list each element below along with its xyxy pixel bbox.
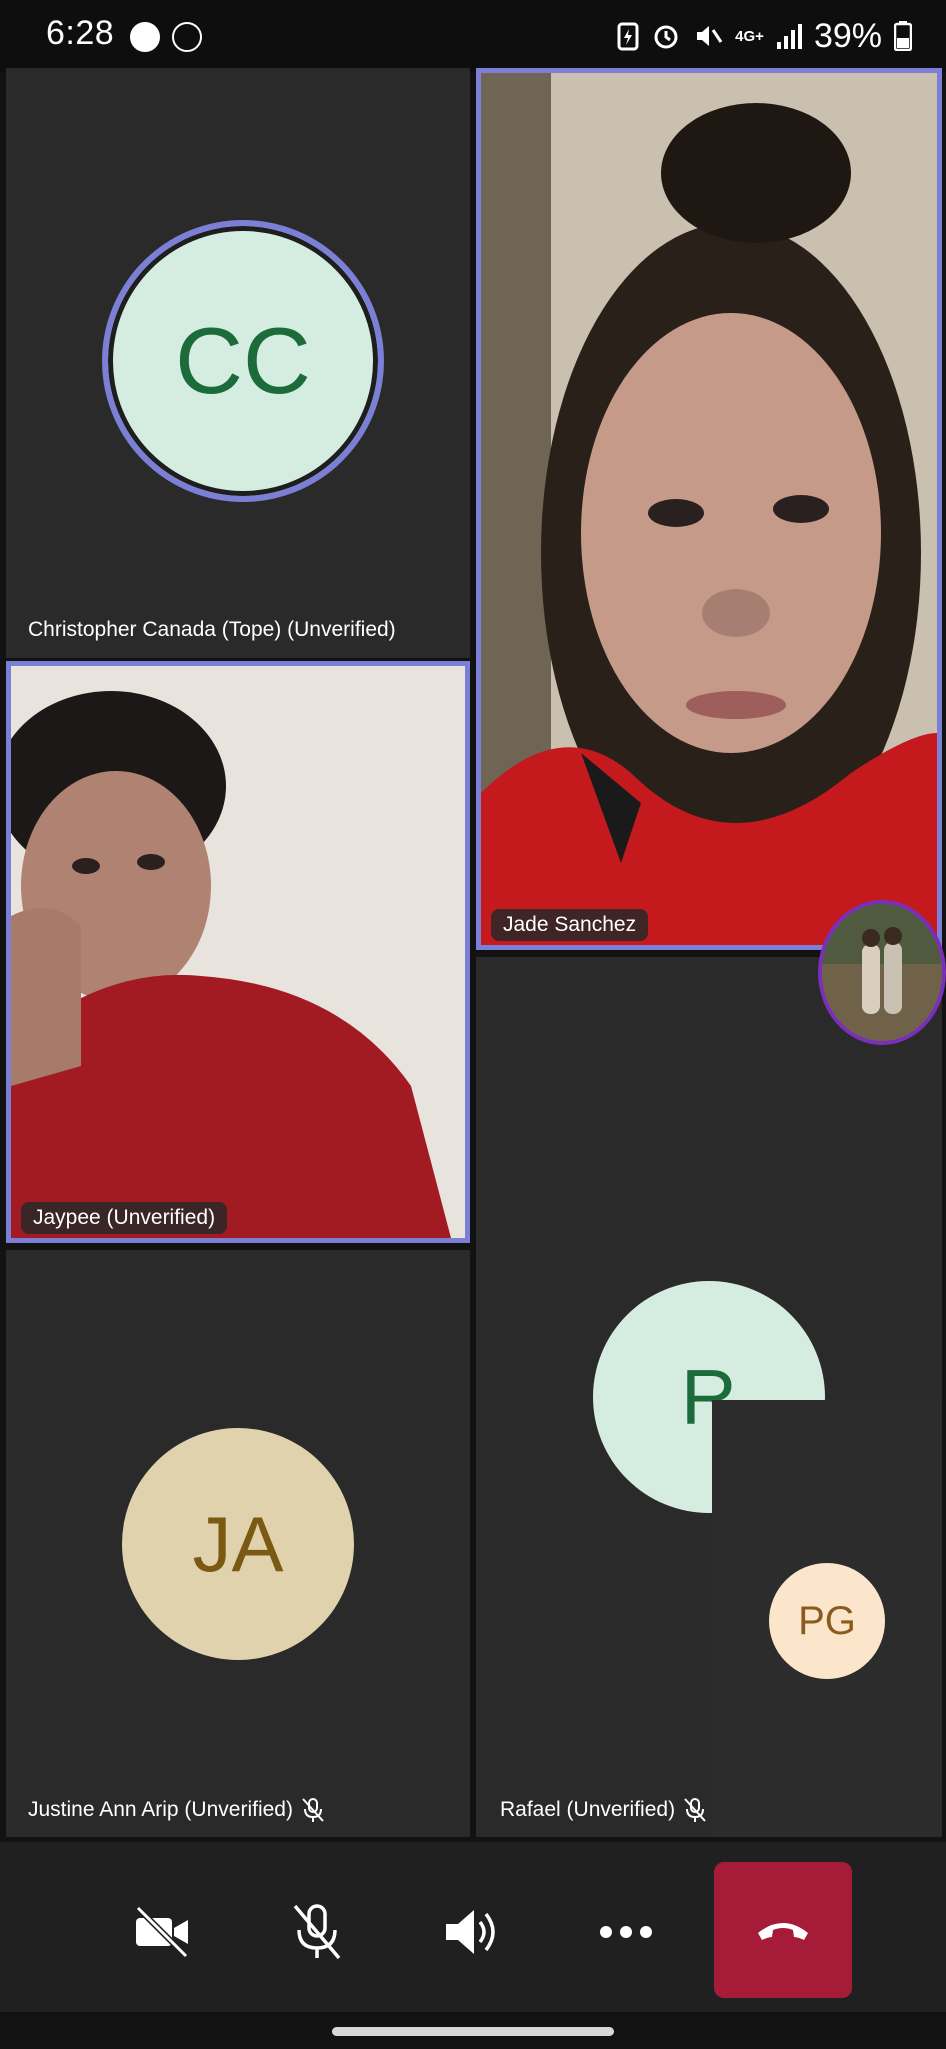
participant-name: Rafael (Unverified) <box>500 1797 707 1823</box>
mic-muted-icon <box>684 1798 706 1822</box>
more-icon <box>600 1926 652 1938</box>
speaker-icon <box>446 1910 495 1954</box>
avatar-justine: JA <box>122 1428 354 1660</box>
mute-icon <box>697 26 723 46</box>
network-type: 4G+ <box>735 27 764 45</box>
clock: 6:28 <box>46 14 115 52</box>
mic-muted-icon <box>302 1798 324 1822</box>
participant-name: Christopher Canada (Tope) (Unverified) <box>28 618 396 641</box>
status-bar: 6:28 4G+ 39% <box>0 0 946 72</box>
camera-off-icon <box>135 1905 189 1959</box>
video-feed-jaypee <box>11 666 465 1238</box>
mic-muted-icon <box>293 1904 341 1960</box>
participant-name: Jade Sanchez <box>491 909 649 941</box>
participant-tile-justine[interactable]: JA Justine Ann Arip (Unverified) <box>6 1250 470 1837</box>
participant-name: Justine Ann Arip (Unverified) <box>28 1797 325 1823</box>
participant-name: Jaypee (Unverified) <box>21 1202 228 1234</box>
system-icons: 4G+ 39% <box>617 16 912 56</box>
alarm-icon <box>654 25 678 49</box>
video-feed-jade <box>481 73 937 945</box>
participant-tile-jade[interactable]: Jade Sanchez <box>476 68 942 950</box>
self-preview[interactable]: PG <box>712 1400 942 1837</box>
home-indicator[interactable] <box>332 2027 614 2036</box>
participant-tile-christopher[interactable]: CC Christopher Canada (Tope) (Unverified… <box>6 68 470 658</box>
hang-up-icon <box>758 1923 808 1940</box>
call-controls <box>0 1842 946 2012</box>
floating-chat-head[interactable] <box>818 900 946 1045</box>
avatar-self: PG <box>769 1563 885 1679</box>
participant-tile-jaypee[interactable]: Jaypee (Unverified) <box>6 661 470 1243</box>
camera-toggle-button[interactable] <box>122 1892 202 1972</box>
avatar-christopher: CC <box>102 220 384 502</box>
signal-icon <box>776 24 802 49</box>
battery-icon <box>894 21 912 51</box>
messenger-outline-icon <box>172 22 202 52</box>
battery-percent: 39% <box>813 16 882 55</box>
more-options-button[interactable] <box>586 1892 666 1972</box>
hang-up-button[interactable] <box>714 1862 852 1998</box>
speaker-button[interactable] <box>430 1892 510 1972</box>
battery-saver-icon <box>617 22 639 51</box>
messenger-icon <box>130 22 160 52</box>
mic-toggle-button[interactable] <box>277 1892 357 1972</box>
